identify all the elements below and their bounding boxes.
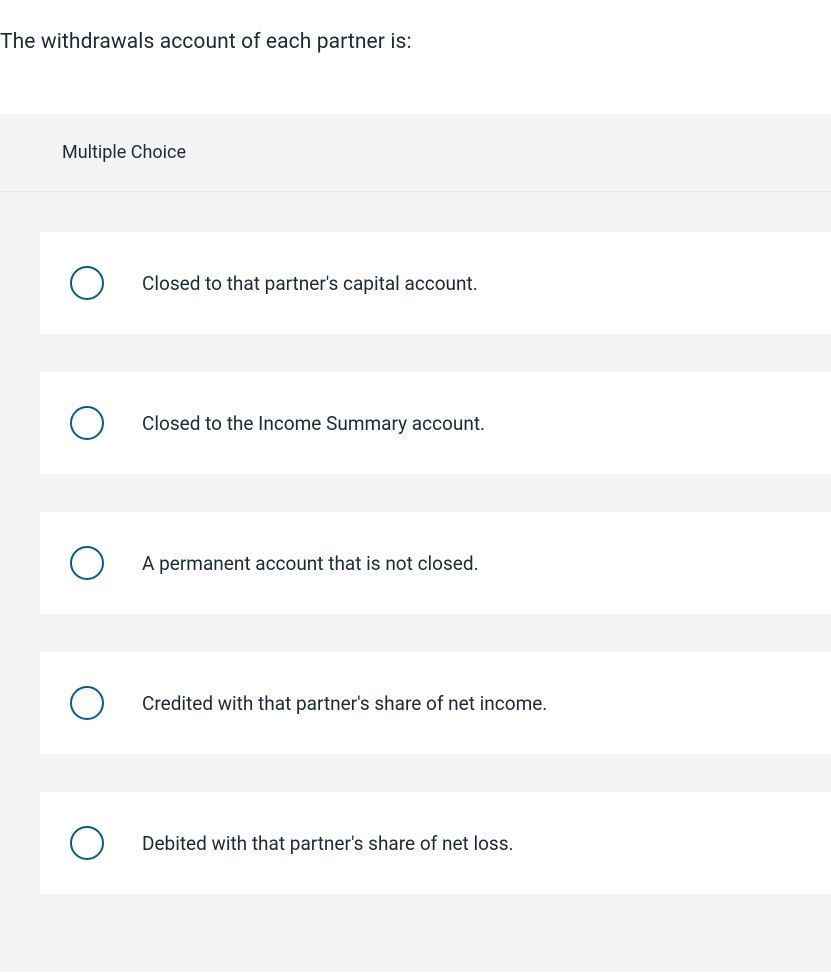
radio-icon (70, 406, 104, 440)
option-4[interactable]: Credited with that partner's share of ne… (40, 652, 831, 754)
option-label: Closed to that partner's capital account… (142, 272, 478, 295)
question-container: Multiple Choice Closed to that partner's… (0, 114, 831, 972)
option-label: Credited with that partner's share of ne… (142, 692, 547, 715)
option-2[interactable]: Closed to the Income Summary account. (40, 372, 831, 474)
option-label: A permanent account that is not closed. (142, 552, 479, 575)
radio-icon (70, 546, 104, 580)
radio-icon (70, 826, 104, 860)
question-type-label: Multiple Choice (0, 114, 831, 192)
option-5[interactable]: Debited with that partner's share of net… (40, 792, 831, 894)
options-list: Closed to that partner's capital account… (0, 192, 831, 894)
option-label: Closed to the Income Summary account. (142, 412, 485, 435)
question-text: The withdrawals account of each partner … (0, 0, 831, 54)
radio-icon (70, 266, 104, 300)
option-1[interactable]: Closed to that partner's capital account… (40, 232, 831, 334)
option-label: Debited with that partner's share of net… (142, 832, 514, 855)
option-3[interactable]: A permanent account that is not closed. (40, 512, 831, 614)
radio-icon (70, 686, 104, 720)
